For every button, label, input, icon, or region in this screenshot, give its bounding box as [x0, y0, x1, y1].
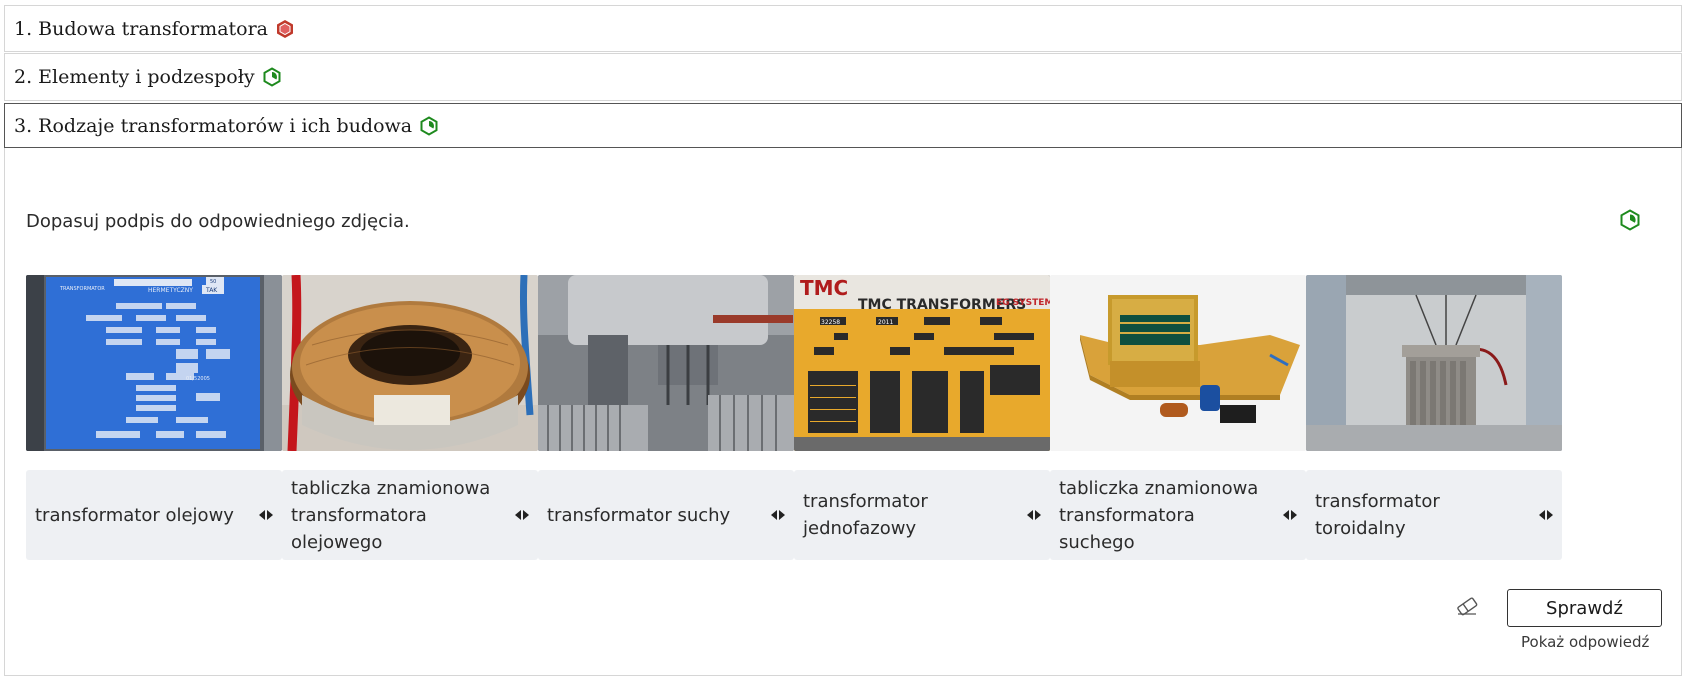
check-button[interactable]: Sprawdź: [1507, 589, 1662, 627]
nameplate-oil-text: 01/52005: [186, 376, 210, 382]
answer-text: transformator olejowy: [35, 504, 234, 526]
answer-text: transformator suchy: [547, 504, 731, 526]
answer-select-1[interactable]: transformator olejowy: [26, 470, 282, 560]
swap-arrows-icon: [514, 509, 530, 521]
section-header-1[interactable]: 1. Budowa transformatora: [4, 5, 1682, 52]
nameplate-dry-text: 32258: [821, 319, 840, 326]
show-answer-link[interactable]: Pokaż odpowiedź: [1521, 633, 1649, 651]
nameplate-dry-text: 2011: [878, 319, 893, 326]
answer-select-5[interactable]: tabliczka znamionowa transformatora such…: [1050, 470, 1306, 560]
answer-select-4[interactable]: transformator jednofazowy: [794, 470, 1050, 560]
oil-transformer-photo: [1306, 275, 1562, 451]
answer-text: transformator toroidalny: [1315, 491, 1440, 539]
toroidal-photo: [282, 275, 538, 451]
answer-text: transformator jednofazowy: [803, 491, 928, 539]
nameplate-oil-text: HERMETYCZNY: [148, 287, 193, 294]
swap-arrows-icon: [770, 509, 786, 521]
swap-arrows-icon: [258, 509, 274, 521]
green-hexagon-progress-icon: [419, 115, 439, 136]
eraser-icon[interactable]: [1455, 596, 1479, 616]
answer-select-2[interactable]: tabliczka znamionowa transformatora olej…: [282, 470, 538, 560]
section-header-3[interactable]: 3. Rodzaje transformatorów i ich budowa: [4, 103, 1682, 148]
nameplate-oil-photo: TRANSFORMATOR HERMETYCZNY TAK 50 01/5200…: [26, 275, 282, 451]
answer-select-6[interactable]: transformator toroidalny: [1306, 470, 1562, 560]
swap-arrows-icon: [1538, 509, 1554, 521]
single-phase-photo: [1050, 275, 1306, 451]
answer-text: tabliczka znamionowa transformatora olej…: [291, 477, 491, 553]
green-hexagon-progress-icon: [262, 67, 282, 87]
red-hexagon-icon: [275, 19, 295, 39]
dry-transformer-photo: [538, 275, 794, 451]
answer-text: tabliczka znamionowa transformatora such…: [1059, 477, 1259, 553]
nameplate-dry-text: EG SYSTEM: [996, 298, 1050, 308]
swap-arrows-icon: [1282, 509, 1298, 521]
exercise-instruction: Dopasuj podpis do odpowiedniego zdjęcia.: [26, 211, 410, 232]
nameplate-oil-text: 50: [210, 279, 216, 285]
section-title: 3. Rodzaje transformatorów i ich budowa: [14, 114, 413, 137]
section-title: 2. Elementy i podzespoły: [14, 66, 255, 88]
exercise-panel: Dopasuj podpis do odpowiedniego zdjęcia.…: [4, 148, 1682, 676]
nameplate-dry-text: TMC: [800, 276, 848, 300]
section-title: 1. Budowa transformatora: [14, 17, 269, 40]
answer-select-3[interactable]: transformator suchy: [538, 470, 794, 560]
nameplate-oil-text: TRANSFORMATOR: [59, 286, 105, 292]
section-header-2[interactable]: 2. Elementy i podzespoły: [4, 53, 1682, 101]
nameplate-oil-text: TAK: [205, 287, 218, 294]
green-hexagon-progress-icon: [1619, 209, 1641, 231]
nameplate-dry-photo: TMC TMC TRANSFORMERS EG SYSTEM 32258 201…: [794, 275, 1050, 451]
swap-arrows-icon: [1026, 509, 1042, 521]
